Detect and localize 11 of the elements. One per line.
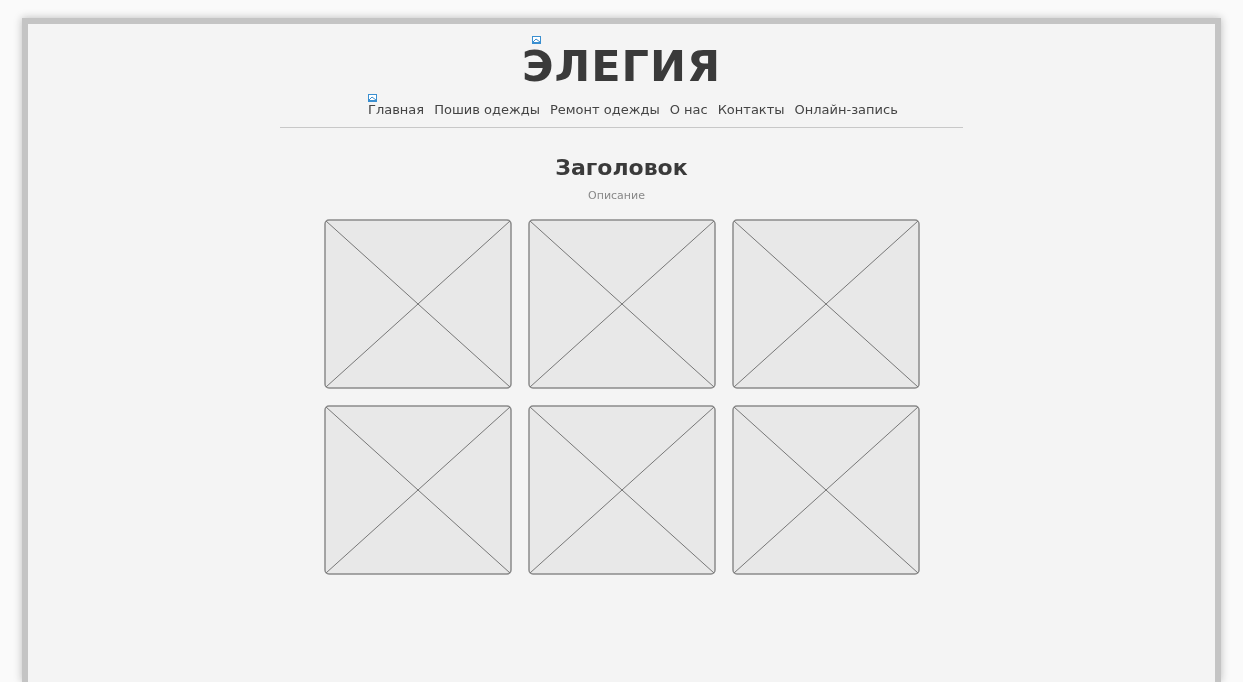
broken-image-icon: [368, 94, 377, 102]
nav-link[interactable]: Ремонт одежды: [549, 99, 660, 119]
site-logo: ЭЛЕГИЯ: [521, 45, 722, 88]
broken-image-icon: [532, 36, 541, 44]
page-heading: Заголовок: [555, 154, 688, 182]
page-description: Описание: [588, 187, 645, 204]
nav-link[interactable]: Контакты: [717, 99, 785, 119]
nav-link[interactable]: Пошив одежды: [434, 99, 540, 119]
nav-link[interactable]: Главная: [368, 99, 425, 119]
nav-link[interactable]: О нас: [669, 99, 708, 119]
nav-link[interactable]: Онлайн-запись: [794, 99, 898, 119]
